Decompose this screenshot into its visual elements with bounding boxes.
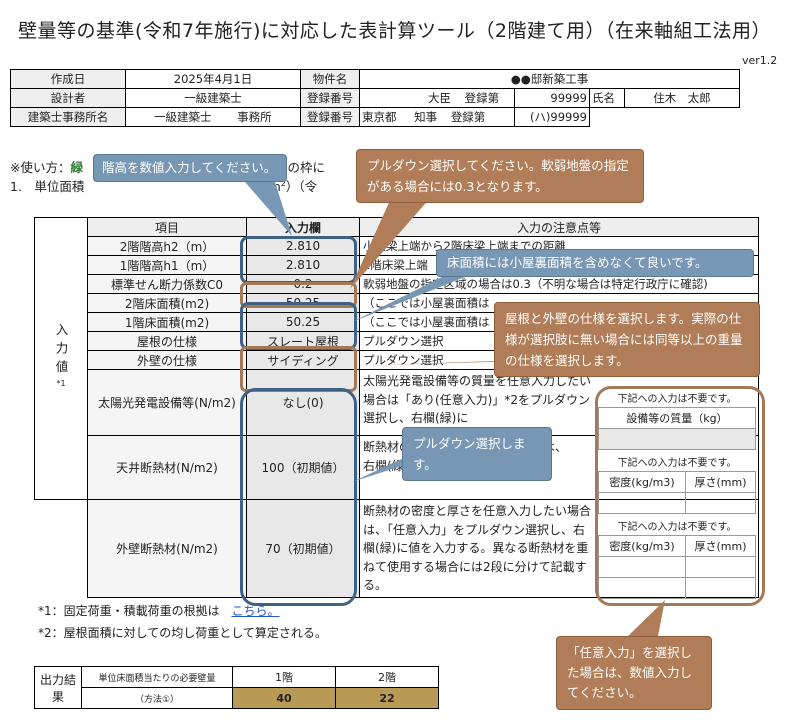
pointer-height [245,182,292,236]
callout-roof-wall: 屋根と外壁の仕様を選択します。実際の仕様が選択肢に無い場合には同等以上の重量の仕… [494,302,760,377]
callout-floor-area: 床面積には小屋裏面積を含めなくて良いです。 [436,249,754,277]
callout-soil: プルダウン選択してください。軟弱地盤の指定がある場合には0.3となります。 [356,149,644,203]
pointer-soil [350,196,432,289]
callout-height: 階高を数値入力してください。 [93,154,287,182]
callout-pulldown: プルダウン選択します。 [402,427,552,481]
callout-arbitrary: 「任意入力」を選択した場合は、数値入力してください。 [556,636,712,710]
pointer-arbitrary [628,600,665,636]
